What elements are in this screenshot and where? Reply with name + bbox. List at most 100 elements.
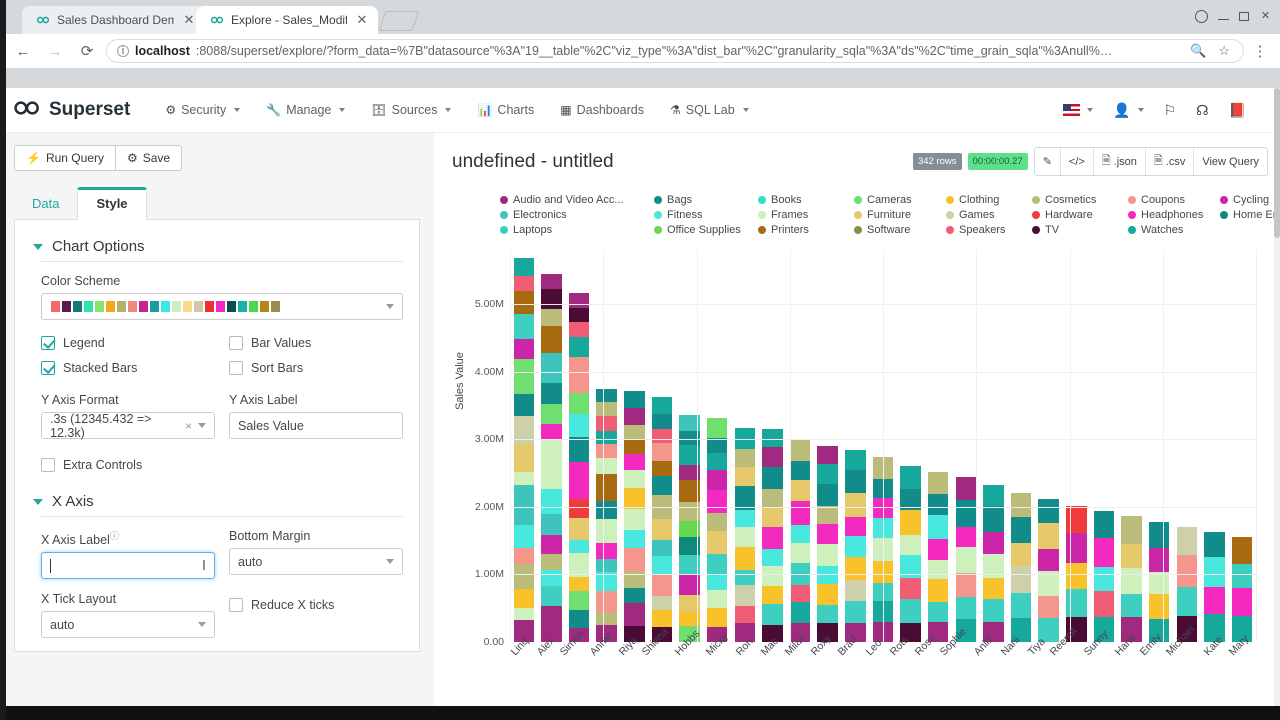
bar-segment[interactable] (983, 577, 1004, 599)
bar-segment[interactable] (568, 292, 590, 309)
address-bar[interactable]: i localhost :8088/superset/explore/?form… (106, 39, 1244, 63)
bar-segment[interactable] (1093, 510, 1115, 539)
bar-segment[interactable] (651, 396, 673, 414)
browser-tab-2[interactable]: Explore - Sales_Modifi ✕ (196, 6, 378, 34)
bar-segment[interactable] (568, 609, 590, 628)
bar-segment[interactable] (651, 443, 673, 461)
bar-segment[interactable] (596, 519, 617, 544)
bar-segment[interactable] (927, 515, 949, 539)
bar-segment[interactable] (955, 547, 977, 573)
close-window-icon[interactable]: ✕ (1259, 10, 1272, 23)
bar-segment[interactable] (568, 321, 590, 338)
export-csv-button[interactable]: 🗎 .csv (1144, 148, 1194, 175)
bar-segment[interactable] (706, 553, 728, 575)
bar-segment[interactable] (1204, 557, 1225, 587)
bar-segment[interactable] (900, 466, 921, 489)
bar-segment[interactable] (762, 467, 783, 489)
bar-segment[interactable] (513, 358, 535, 395)
legend-item[interactable]: Cosmetics (1032, 194, 1124, 206)
stacked-bar[interactable] (1038, 499, 1059, 642)
stacked-bar[interactable] (651, 396, 673, 642)
save-button[interactable]: ⚙ Save (115, 145, 183, 171)
bar-segment[interactable] (845, 450, 866, 471)
browser-tab-1[interactable]: Sales Dashboard Dem ✕ (22, 6, 205, 34)
bar-segment[interactable] (762, 488, 783, 508)
bar-segment[interactable] (541, 288, 562, 310)
bar-segment[interactable] (845, 535, 866, 558)
bug-report-link[interactable]: ⚐ (1156, 102, 1185, 119)
bar-segment[interactable] (541, 570, 562, 587)
bar-segment[interactable] (1038, 595, 1059, 619)
bar-column[interactable] (980, 250, 1008, 642)
bar-segment[interactable] (1038, 499, 1059, 524)
legend-item[interactable]: Speakers (946, 224, 1028, 236)
bar-segment[interactable] (596, 543, 617, 559)
stacked-bar[interactable] (568, 292, 590, 642)
bar-segment[interactable] (541, 382, 562, 405)
extra-controls-checkbox[interactable] (41, 457, 55, 472)
bar-segment[interactable] (568, 337, 590, 357)
bar-segment[interactable] (541, 554, 562, 571)
legend-item[interactable]: Watches (1128, 224, 1216, 236)
x-tick-layout-select[interactable]: auto (41, 611, 215, 639)
star-icon[interactable]: ☆ (1215, 43, 1233, 59)
bar-segment[interactable] (596, 444, 617, 458)
bar-segment[interactable] (900, 534, 921, 556)
bar-segment[interactable] (1093, 590, 1115, 618)
bar-column[interactable] (1118, 250, 1146, 642)
bar-column[interactable] (924, 250, 952, 642)
bar-segment[interactable] (900, 577, 921, 600)
bar-segment[interactable] (762, 586, 783, 604)
bar-segment[interactable] (596, 388, 617, 403)
bar-segment[interactable] (1093, 567, 1115, 591)
bar-segment[interactable] (817, 464, 838, 484)
y-axis-label-input[interactable]: Sales Value (229, 412, 403, 439)
bar-segment[interactable] (541, 488, 562, 514)
bar-segment[interactable] (568, 591, 590, 610)
bar-segment[interactable] (596, 415, 617, 432)
bar-segment[interactable] (624, 391, 645, 408)
bar-segment[interactable] (541, 586, 562, 606)
stacked-bar[interactable] (927, 471, 949, 642)
bar-values-checkbox-row[interactable]: Bar Values (229, 330, 403, 355)
bar-segment[interactable] (1231, 564, 1253, 589)
bar-segment[interactable] (541, 273, 562, 289)
bar-column[interactable] (703, 250, 731, 642)
info-circle-icon[interactable]: i (117, 45, 129, 57)
bar-segment[interactable] (568, 356, 590, 393)
bar-segment[interactable] (624, 453, 645, 470)
user-menu[interactable]: 👤 (1105, 102, 1151, 119)
bar-segment[interactable] (762, 526, 783, 549)
view-query-button[interactable]: View Query (1193, 148, 1267, 175)
new-tab-button[interactable] (378, 11, 420, 31)
bar-column[interactable] (538, 250, 566, 642)
sort-bars-checkbox[interactable] (229, 360, 243, 375)
bar-column[interactable] (814, 250, 842, 642)
reload-icon[interactable]: ⟳ (74, 38, 100, 64)
legend-item[interactable]: Office Supplies (654, 224, 754, 236)
tab-data[interactable]: Data (14, 188, 77, 219)
bar-segment[interactable] (651, 539, 673, 556)
bar-segment[interactable] (845, 580, 866, 601)
bar-segment[interactable] (789, 602, 811, 624)
legend-item[interactable]: Printers (758, 224, 850, 236)
bar-segment[interactable] (624, 548, 645, 572)
bar-segment[interactable] (651, 596, 673, 610)
legend-item[interactable]: Hardware (1032, 209, 1124, 221)
stacked-bar[interactable] (1231, 537, 1253, 642)
bar-segment[interactable] (734, 509, 756, 527)
bar-segment[interactable] (955, 500, 977, 527)
bar-segment[interactable] (596, 591, 617, 612)
bar-column[interactable] (759, 250, 787, 642)
stacked-bars-checkbox-row[interactable]: Stacked Bars (41, 355, 215, 380)
bar-segment[interactable] (541, 535, 562, 555)
bar-segment[interactable] (513, 588, 535, 608)
bar-segment[interactable] (845, 470, 866, 493)
nav-item-sql-lab[interactable]: ⚗ SQL Lab (657, 88, 762, 133)
bar-segment[interactable] (1231, 537, 1253, 565)
bar-segment[interactable] (568, 461, 590, 500)
page-scrollbar-thumb[interactable] (1274, 88, 1280, 238)
bar-segment[interactable] (651, 519, 673, 540)
stacked-bar[interactable] (845, 450, 866, 642)
bar-segment[interactable] (927, 471, 949, 495)
